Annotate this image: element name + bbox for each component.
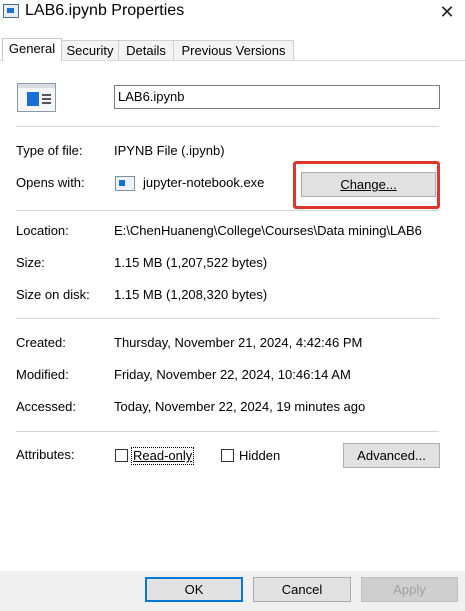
window-title: LAB6.ipynb Properties — [25, 2, 185, 19]
size-value: 1.15 MB (1,207,522 bytes) — [114, 255, 268, 270]
properties-icon — [3, 4, 19, 18]
modified-label: Modified: — [16, 367, 69, 382]
file-icon — [17, 83, 56, 112]
type-of-file-label: Type of file: — [16, 143, 83, 158]
read-only-checkbox[interactable] — [115, 449, 128, 462]
opens-with-value: jupyter-notebook.exe — [143, 175, 265, 190]
accessed-value: Today, November 22, 2024, 19 minutes ago — [114, 399, 366, 414]
general-panel — [0, 60, 465, 572]
size-on-disk-value: 1.15 MB (1,208,320 bytes) — [114, 287, 268, 302]
modified-value: Friday, November 22, 2024, 10:46:14 AM — [114, 367, 351, 382]
divider — [16, 431, 439, 432]
type-of-file-value: IPYNB File (.ipynb) — [114, 143, 225, 158]
created-value: Thursday, November 21, 2024, 4:42:46 PM — [114, 335, 363, 350]
tab-details[interactable]: Details — [118, 40, 174, 61]
created-label: Created: — [16, 335, 66, 350]
cancel-button[interactable]: Cancel — [253, 577, 351, 602]
change-button[interactable]: Change... — [301, 172, 436, 197]
change-button-label: Change... — [340, 177, 397, 192]
advanced-button[interactable]: Advanced... — [343, 443, 440, 468]
tab-general[interactable]: General — [2, 38, 62, 61]
ok-button[interactable]: OK — [145, 577, 243, 602]
tab-strip: General Security Details Previous Versio… — [0, 38, 465, 61]
tab-previous-versions[interactable]: Previous Versions — [173, 40, 294, 61]
accessed-label: Accessed: — [16, 399, 76, 414]
file-name-input[interactable]: LAB6.ipynb — [114, 85, 440, 109]
hidden-label[interactable]: Hidden — [239, 448, 280, 464]
location-value: E:\ChenHuaneng\College\Courses\Data mini… — [114, 223, 422, 238]
opens-with-label: Opens with: — [16, 175, 85, 190]
title-bar: LAB6.ipynb Properties ✕ — [0, 0, 465, 32]
size-on-disk-label: Size on disk: — [16, 287, 90, 302]
read-only-label[interactable]: Read-only — [130, 447, 195, 465]
size-label: Size: — [16, 255, 45, 270]
apply-button[interactable]: Apply — [361, 577, 458, 602]
attributes-label: Attributes: — [16, 447, 75, 462]
divider — [16, 318, 439, 319]
divider — [16, 210, 439, 211]
hidden-checkbox[interactable] — [221, 449, 234, 462]
location-label: Location: — [16, 223, 69, 238]
divider — [16, 126, 439, 127]
tab-security[interactable]: Security — [61, 40, 119, 61]
application-icon — [115, 176, 135, 191]
close-button[interactable]: ✕ — [432, 0, 462, 24]
